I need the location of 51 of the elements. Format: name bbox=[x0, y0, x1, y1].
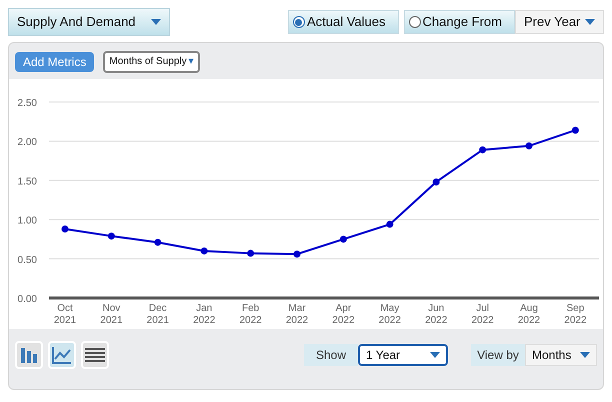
view-by-label: View by bbox=[471, 344, 525, 366]
x-axis-label: Jan 2022 bbox=[193, 303, 216, 326]
y-axis-label: 1.50 bbox=[18, 176, 37, 188]
data-point bbox=[62, 226, 68, 232]
data-point bbox=[340, 236, 347, 243]
data-point bbox=[432, 178, 440, 186]
radio-button[interactable]: Change From bbox=[404, 10, 515, 34]
period-dropdown[interactable]: Prev Year bbox=[515, 10, 604, 34]
chart-type-button[interactable] bbox=[81, 341, 109, 369]
x-axis-label: Sep 2022 bbox=[564, 303, 587, 326]
y-axis-label: 0.00 bbox=[18, 294, 37, 305]
y-axis-label: 0.50 bbox=[18, 254, 37, 266]
x-axis-label: May 2022 bbox=[378, 303, 401, 326]
metric-select[interactable]: Months of Supply ▾ bbox=[103, 50, 200, 72]
data-point bbox=[294, 250, 300, 258]
data-point bbox=[479, 146, 486, 154]
view-by-dropdown[interactable]: Months bbox=[525, 344, 597, 366]
metric-dropdown[interactable]: Supply And Demand bbox=[8, 8, 170, 36]
data-point bbox=[108, 232, 115, 240]
radio-icon bbox=[408, 16, 421, 28]
show-dropdown[interactable]: 1 Year bbox=[358, 344, 448, 366]
x-axis-label: Mar 2022 bbox=[286, 303, 308, 326]
data-point bbox=[526, 142, 532, 150]
caret-icon bbox=[430, 352, 440, 358]
show-label: Show bbox=[304, 344, 358, 366]
x-axis-label: Dec 2021 bbox=[146, 303, 169, 326]
data-point bbox=[386, 220, 394, 228]
data-point bbox=[200, 247, 208, 254]
chart-type-button[interactable] bbox=[48, 341, 76, 369]
data-point bbox=[572, 126, 579, 134]
y-axis-label: 2.00 bbox=[18, 137, 37, 148]
y-axis-label: 1.00 bbox=[18, 216, 37, 227]
x-axis-label: Jun 2022 bbox=[425, 303, 448, 326]
x-axis-label: Apr 2022 bbox=[332, 303, 355, 326]
list-icon bbox=[85, 347, 105, 363]
chart-type-button[interactable] bbox=[15, 341, 43, 369]
x-axis-label: Feb 2022 bbox=[239, 303, 262, 326]
data-point bbox=[247, 250, 254, 257]
radio-icon bbox=[292, 16, 305, 28]
x-axis-label: Aug 2022 bbox=[518, 303, 540, 326]
y-axis-label: 2.50 bbox=[18, 98, 37, 109]
line-chart-icon bbox=[52, 346, 72, 364]
radio-button[interactable]: Actual Values bbox=[288, 10, 399, 34]
data-point bbox=[154, 238, 162, 246]
x-axis-label: Nov 2021 bbox=[100, 303, 123, 326]
caret-icon bbox=[585, 19, 595, 25]
x-axis-label: Oct 2021 bbox=[54, 303, 76, 326]
caret-icon bbox=[151, 19, 161, 25]
x-axis-label: Jul 2022 bbox=[471, 303, 494, 326]
bar-chart-icon bbox=[20, 346, 38, 364]
caret-icon bbox=[580, 352, 590, 358]
